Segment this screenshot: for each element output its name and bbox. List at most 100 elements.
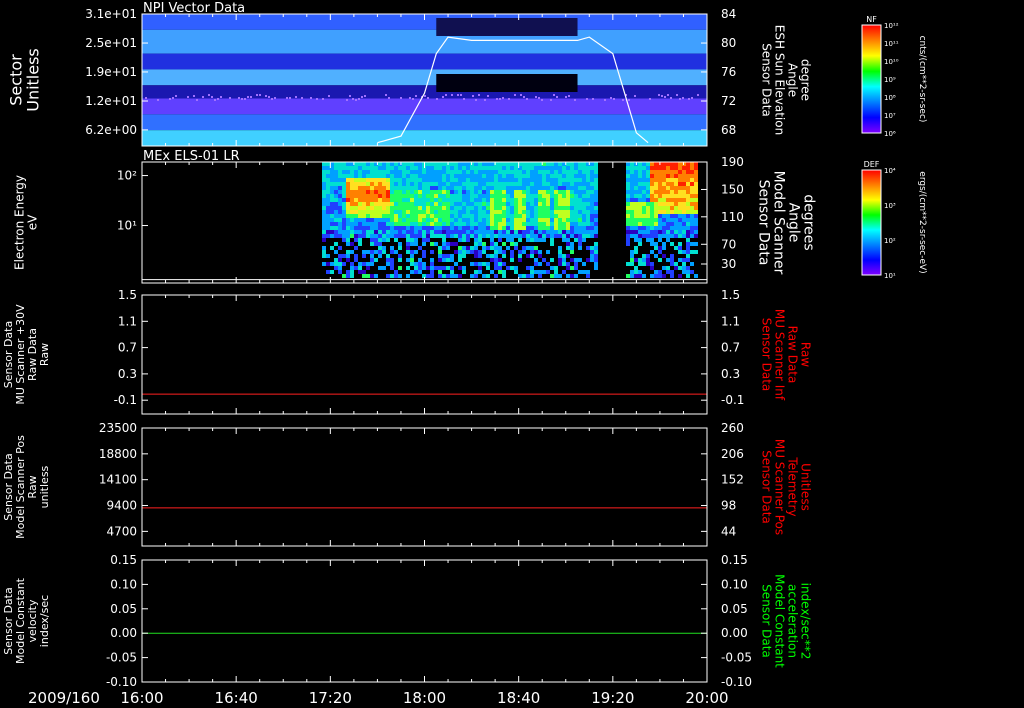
els-cell	[586, 186, 590, 190]
els-cell	[410, 198, 414, 202]
els-cell	[358, 206, 362, 210]
els-cell	[378, 214, 382, 218]
els-cell	[674, 210, 678, 214]
pos-left-tick-label: 9400	[106, 499, 137, 513]
els-cell	[406, 234, 410, 238]
els-cell	[450, 166, 454, 170]
els-cell	[438, 166, 442, 170]
els-cell	[634, 202, 638, 206]
els-cell	[406, 242, 410, 246]
els-cell	[494, 258, 498, 262]
els-cell	[574, 174, 578, 178]
els-cell	[478, 186, 482, 190]
els-cell	[634, 182, 638, 186]
els-cell	[358, 210, 362, 214]
els-cell	[326, 174, 330, 178]
els-cell	[326, 198, 330, 202]
els-cell	[322, 198, 326, 202]
els-cell	[394, 186, 398, 190]
els-cell	[406, 198, 410, 202]
els-cell	[414, 214, 418, 218]
els-cell	[658, 234, 662, 238]
npi-dot	[193, 95, 195, 97]
els-cell	[398, 258, 402, 262]
els-cell	[474, 170, 478, 174]
els-cell	[422, 190, 426, 194]
els-cell	[546, 198, 550, 202]
els-cell	[334, 250, 338, 254]
els-cell	[434, 234, 438, 238]
els-cell	[338, 170, 342, 174]
time-axis: 2009/160 16:00 16:40 17:20 18:00 18:40 19:20 20…	[28, 689, 729, 707]
els-cell	[514, 218, 518, 222]
els-cell	[354, 254, 358, 258]
els-cell	[458, 174, 462, 178]
els-cell	[402, 226, 406, 230]
els-cell	[510, 194, 514, 198]
npi-dot	[355, 99, 357, 101]
els-cell	[662, 274, 666, 278]
els-cell	[434, 214, 438, 218]
els-cell	[410, 210, 414, 214]
els-cell	[682, 194, 686, 198]
els-cell	[694, 234, 698, 238]
els-cell	[474, 230, 478, 234]
els-cell	[582, 182, 586, 186]
els-cell	[458, 202, 462, 206]
els-cell	[490, 190, 494, 194]
els-cell	[510, 234, 514, 238]
els-cell	[506, 202, 510, 206]
els-cell	[694, 198, 698, 202]
els-cell	[678, 182, 682, 186]
els-cell	[570, 214, 574, 218]
els-cell	[442, 226, 446, 230]
els-cell	[654, 234, 658, 238]
els-cell	[674, 214, 678, 218]
els-cell	[418, 214, 422, 218]
els-cell	[334, 258, 338, 262]
els-cell	[446, 178, 450, 182]
els-cell	[338, 222, 342, 226]
els-cell	[674, 234, 678, 238]
els-cell	[422, 170, 426, 174]
els-cell	[346, 198, 350, 202]
els-cell	[550, 170, 554, 174]
els-cell	[530, 206, 534, 210]
els-cell	[462, 226, 466, 230]
mu30-right-axis-label: Raw	[799, 342, 813, 367]
els-cell	[326, 166, 330, 170]
els-cell	[638, 230, 642, 234]
els-cell	[442, 174, 446, 178]
els-cell	[562, 182, 566, 186]
els-cell	[466, 190, 470, 194]
els-cell	[374, 166, 378, 170]
els-cell	[626, 262, 630, 266]
els-cell	[490, 174, 494, 178]
els-cell	[674, 174, 678, 178]
els-cell	[394, 166, 398, 170]
els-cell	[430, 210, 434, 214]
els-cell	[694, 210, 698, 214]
els-cell	[386, 262, 390, 266]
els-cell	[642, 162, 646, 166]
els-cell	[374, 186, 378, 190]
els-cell	[674, 162, 678, 166]
els-cell	[446, 246, 450, 250]
els-cell	[374, 230, 378, 234]
els-cell	[690, 210, 694, 214]
els-cell	[494, 214, 498, 218]
npi-dot	[520, 94, 522, 96]
els-cell	[634, 238, 638, 242]
els-cell	[394, 174, 398, 178]
els-cell	[362, 250, 366, 254]
els-cell	[386, 218, 390, 222]
els-cell	[666, 218, 670, 222]
els-cell	[542, 270, 546, 274]
mu30-right-axis-label: Raw Data	[786, 326, 800, 384]
els-cell	[666, 230, 670, 234]
els-cell	[558, 226, 562, 230]
els-cell	[562, 214, 566, 218]
els-cell	[322, 230, 326, 234]
els-cell	[394, 194, 398, 198]
els-cell	[418, 258, 422, 262]
